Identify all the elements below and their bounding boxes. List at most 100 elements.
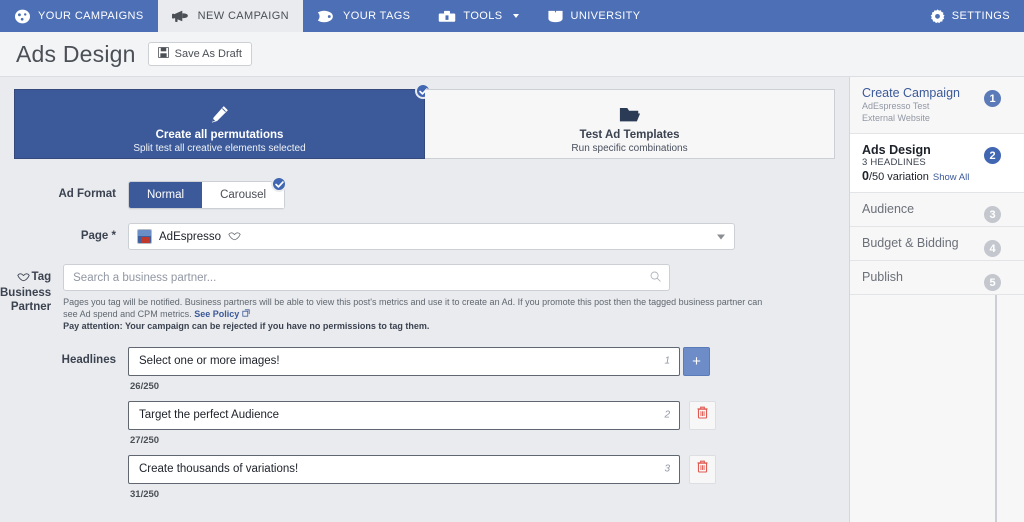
toolbox-icon bbox=[438, 9, 456, 24]
nav-item-university[interactable]: UNIVERSITY bbox=[533, 0, 655, 32]
step-variation-summary: 0/50 variation Show All bbox=[862, 169, 984, 183]
headline-counter-3: 31/250 bbox=[130, 489, 761, 500]
page-avatar bbox=[137, 229, 152, 244]
step-title-budget-bidding: Budget & Bidding bbox=[862, 236, 984, 250]
mode-card-create-all-permutations[interactable]: Create all permutations Split test all c… bbox=[14, 89, 425, 159]
ad-format-segmented-control: Normal Carousel bbox=[128, 181, 285, 209]
headline-input-3[interactable]: Create thousands of variations! 3 bbox=[128, 455, 680, 484]
mode-title: Test Ad Templates bbox=[425, 129, 834, 141]
headline-item-1: Select one or more images! 1 + 26/250 bbox=[128, 347, 761, 392]
step-title-ads-design: Ads Design bbox=[862, 143, 984, 157]
trash-icon bbox=[697, 406, 708, 424]
page-selected-value: AdEspresso bbox=[159, 231, 221, 243]
step-sub-campaign-objective: External Website bbox=[862, 112, 984, 124]
ads-design-form: Ad Format Normal Carousel Page * bbox=[0, 181, 849, 522]
mode-card-test-ad-templates[interactable]: Test Ad Templates Run specific combinati… bbox=[425, 89, 835, 159]
nav-label-new-campaign: NEW CAMPAIGN bbox=[198, 10, 289, 22]
pencil-icon bbox=[15, 103, 424, 125]
headline-row: Select one or more images! 1 + bbox=[128, 347, 761, 376]
sidebar-step-budget-bidding[interactable]: Budget & Bidding 4 bbox=[850, 227, 1024, 261]
ad-format-control: Normal Carousel bbox=[128, 181, 849, 209]
see-policy-link[interactable]: See Policy bbox=[194, 309, 239, 319]
delete-headline-button-3[interactable] bbox=[689, 455, 716, 484]
page-header: Ads Design Save As Draft bbox=[0, 32, 1024, 77]
headline-value-1: Select one or more images! bbox=[139, 355, 280, 367]
form-row-headlines: Headlines Select one or more images! 1 + bbox=[0, 347, 849, 509]
campaigns-icon bbox=[14, 9, 31, 24]
show-all-link[interactable]: Show All bbox=[933, 172, 969, 183]
chevron-down-icon bbox=[717, 234, 725, 239]
business-partner-placeholder: Search a business partner... bbox=[73, 272, 216, 284]
trash-icon bbox=[697, 460, 708, 478]
headline-item-3: Create thousands of variations! 3 31/250 bbox=[128, 455, 761, 500]
step-headlines-count: 3 HEADLINES bbox=[862, 157, 984, 168]
mode-title: Create all permutations bbox=[15, 129, 424, 141]
nav-item-tools[interactable]: TOOLS bbox=[424, 0, 532, 32]
floppy-disk-icon bbox=[158, 47, 169, 61]
headline-item-2: Target the perfect Audience 2 27/250 bbox=[128, 401, 761, 446]
variation-count: 0 bbox=[862, 169, 869, 183]
open-folder-icon bbox=[425, 103, 834, 125]
page-control: AdEspresso bbox=[128, 223, 849, 250]
ad-format-selected-check-icon bbox=[271, 176, 287, 192]
nav-item-your-campaigns[interactable]: YOUR CAMPAIGNS bbox=[0, 0, 158, 32]
headline-counter-1: 26/250 bbox=[130, 381, 761, 392]
delete-headline-button-2[interactable] bbox=[689, 401, 716, 430]
handshake-icon bbox=[17, 272, 30, 286]
sidebar-step-audience[interactable]: Audience 3 bbox=[850, 193, 1024, 227]
sidebar-step-publish[interactable]: Publish 5 bbox=[850, 261, 1024, 295]
headline-input-2[interactable]: Target the perfect Audience 2 bbox=[128, 401, 680, 430]
headline-value-3: Create thousands of variations! bbox=[139, 463, 298, 475]
nav-label-settings: SETTINGS bbox=[952, 10, 1010, 22]
nav-label-your-campaigns: YOUR CAMPAIGNS bbox=[38, 10, 144, 22]
tag-icon bbox=[317, 9, 336, 24]
search-icon bbox=[650, 269, 661, 287]
ad-format-option-normal[interactable]: Normal bbox=[129, 182, 202, 208]
nav-item-settings[interactable]: SETTINGS bbox=[916, 0, 1024, 32]
mode-subtitle: Split test all creative elements selecte… bbox=[15, 143, 424, 154]
step-title-audience: Audience bbox=[862, 202, 984, 216]
form-row-tag-business-partner: Tag Business Partner Search a business p… bbox=[0, 264, 849, 333]
megaphone-icon bbox=[172, 9, 191, 24]
save-as-draft-label: Save As Draft bbox=[175, 48, 242, 60]
policy-body: Pages you tag will be notified. Business… bbox=[63, 297, 762, 319]
headline-index-2: 2 bbox=[664, 410, 670, 421]
ad-format-label: Ad Format bbox=[0, 181, 128, 201]
campaign-steps-sidebar: Create Campaign AdEspresso Test External… bbox=[849, 77, 1024, 522]
mode-subtitle: Run specific combinations bbox=[425, 143, 834, 154]
business-partner-search-input[interactable]: Search a business partner... bbox=[63, 264, 670, 291]
tag-business-partner-label-line2: Partner bbox=[0, 300, 51, 314]
headline-row: Target the perfect Audience 2 bbox=[128, 401, 761, 430]
nav-label-university: UNIVERSITY bbox=[571, 10, 641, 22]
nav-item-your-tags[interactable]: YOUR TAGS bbox=[303, 0, 424, 32]
plus-icon: + bbox=[692, 354, 701, 369]
step-number-4: 4 bbox=[982, 238, 1003, 259]
step-number-1: 1 bbox=[982, 88, 1003, 109]
save-as-draft-button[interactable]: Save As Draft bbox=[148, 42, 252, 66]
add-headline-button[interactable]: + bbox=[683, 347, 710, 376]
page-select[interactable]: AdEspresso bbox=[128, 223, 735, 250]
step-number-5: 5 bbox=[982, 272, 1003, 293]
headline-input-1[interactable]: Select one or more images! 1 bbox=[128, 347, 680, 376]
gear-icon bbox=[930, 9, 945, 24]
sidebar-filler bbox=[850, 295, 1024, 522]
nav-item-new-campaign[interactable]: NEW CAMPAIGN bbox=[158, 0, 303, 32]
sidebar-step-create-campaign[interactable]: Create Campaign AdEspresso Test External… bbox=[850, 77, 1024, 134]
body-wrapper: Create all permutations Split test all c… bbox=[0, 77, 1024, 522]
headline-index-1: 1 bbox=[664, 356, 670, 367]
form-row-page: Page * AdEspresso bbox=[0, 223, 849, 250]
step-number-3: 3 bbox=[982, 204, 1003, 225]
variation-suffix: /50 variation bbox=[869, 171, 929, 183]
tag-business-partner-label: Tag Business Partner bbox=[0, 264, 63, 314]
headline-value-2: Target the perfect Audience bbox=[139, 409, 279, 421]
tag-business-partner-control: Search a business partner... Pages you t… bbox=[63, 264, 849, 333]
business-partner-policy-text: Pages you tag will be notified. Business… bbox=[63, 297, 770, 333]
handshake-icon bbox=[228, 228, 241, 246]
headlines-control: Select one or more images! 1 + 26/250 bbox=[128, 347, 849, 509]
sidebar-step-ads-design[interactable]: Ads Design 3 HEADLINES 0/50 variation Sho… bbox=[850, 134, 1024, 193]
chevron-down-icon bbox=[513, 14, 519, 18]
step-number-2: 2 bbox=[982, 145, 1003, 166]
top-navigation-bar: YOUR CAMPAIGNS NEW CAMPAIGN YOUR TAGS TO… bbox=[0, 0, 1024, 32]
headline-index-3: 3 bbox=[664, 464, 670, 475]
headline-row: Create thousands of variations! 3 bbox=[128, 455, 761, 484]
